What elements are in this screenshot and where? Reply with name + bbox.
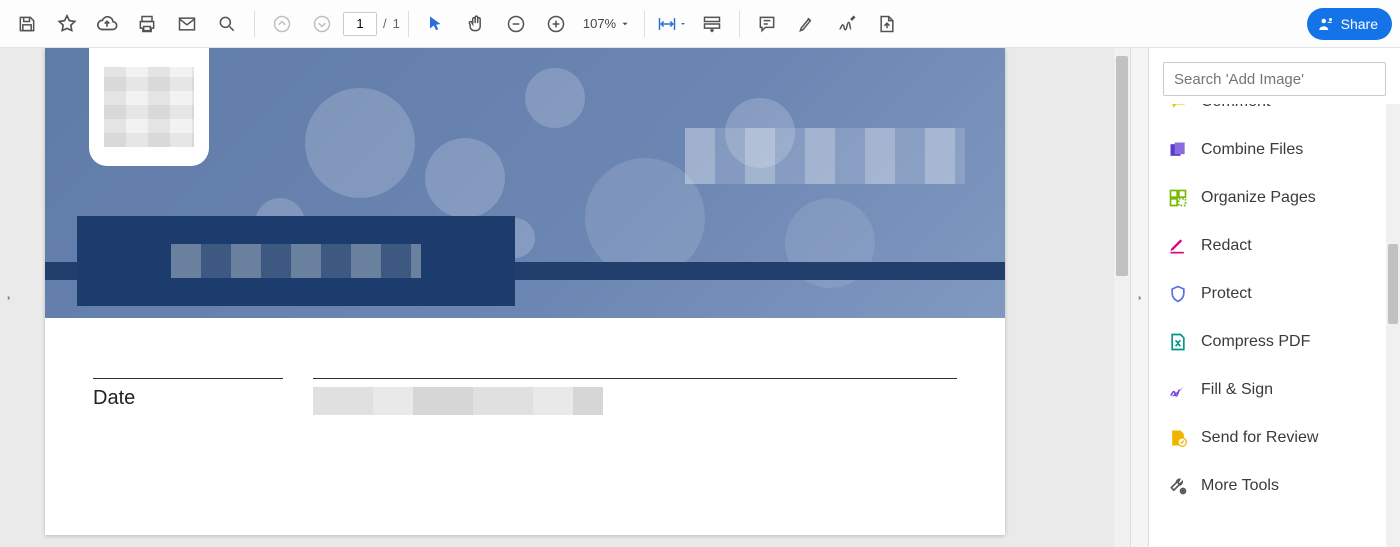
tool-label: Redact [1201, 237, 1252, 255]
chevron-right-icon [1135, 293, 1145, 303]
right-panel-collapse-button[interactable] [1130, 48, 1148, 547]
page-total: 1 [393, 16, 400, 31]
tool-comment[interactable]: Comment [1149, 104, 1400, 126]
form-area: Date [45, 318, 1005, 535]
page-current-input[interactable] [343, 12, 377, 36]
zoom-level-value: 107% [583, 16, 616, 31]
sticky-note-button[interactable] [748, 6, 786, 42]
document-page[interactable]: Date [45, 48, 1005, 535]
tool-redact[interactable]: Redact [1149, 222, 1400, 270]
chevron-down-icon [620, 19, 630, 29]
share-button[interactable]: Share [1307, 8, 1392, 40]
protect-icon [1167, 283, 1189, 305]
mail-button[interactable] [168, 6, 206, 42]
main-toolbar: / 1 107% Share [0, 0, 1400, 48]
hand-tool-button[interactable] [457, 6, 495, 42]
page-up-button [263, 6, 301, 42]
page-indicator: / 1 [343, 12, 400, 36]
tool-more-tools[interactable]: More Tools [1149, 462, 1400, 510]
page-down-button [303, 6, 341, 42]
workspace: Date Comm [0, 48, 1400, 547]
redact-icon [1167, 235, 1189, 257]
tools-search [1163, 62, 1386, 96]
tool-label: Fill & Sign [1201, 381, 1273, 399]
header-text-placeholder [685, 128, 965, 184]
print-button[interactable] [128, 6, 166, 42]
tool-label: Combine Files [1201, 141, 1303, 159]
document-scrollbar[interactable] [1114, 48, 1130, 547]
toolbar-separator [408, 11, 409, 37]
save-button[interactable] [8, 6, 46, 42]
cloud-upload-button[interactable] [88, 6, 126, 42]
tools-panel: Comment Combine Files Organize Pages Red… [1148, 48, 1400, 547]
date-field-label: Date [93, 387, 283, 410]
tools-scrollbar[interactable] [1386, 104, 1400, 547]
page-header-graphic [45, 48, 1005, 318]
fillsign-icon [1167, 379, 1189, 401]
tool-label: More Tools [1201, 477, 1279, 495]
left-panel-expand-button[interactable] [0, 293, 18, 303]
sign-button[interactable] [828, 6, 866, 42]
selection-tool-button[interactable] [417, 6, 455, 42]
combine-icon [1167, 139, 1189, 161]
zoom-level-dropdown[interactable]: 107% [577, 16, 636, 31]
tool-label: Compress PDF [1201, 333, 1310, 351]
find-button[interactable] [208, 6, 246, 42]
header-title-box [77, 216, 515, 306]
chevron-right-icon [4, 293, 14, 303]
document-area: Date [0, 48, 1130, 547]
tool-fill-sign[interactable]: Fill & Sign [1149, 366, 1400, 414]
tool-organize-pages[interactable]: Organize Pages [1149, 174, 1400, 222]
tool-compress-pdf[interactable]: Compress PDF [1149, 318, 1400, 366]
tool-label: Send for Review [1201, 429, 1318, 447]
more-tools-icon [1167, 475, 1189, 497]
zoom-out-button[interactable] [497, 6, 535, 42]
tool-label: Organize Pages [1201, 189, 1316, 207]
tool-label: Protect [1201, 285, 1252, 303]
toolbar-separator [739, 11, 740, 37]
fit-width-button[interactable] [653, 6, 691, 42]
tools-search-input[interactable] [1163, 62, 1386, 96]
organize-icon [1167, 187, 1189, 209]
tools-scrollbar-thumb[interactable] [1388, 244, 1398, 324]
reflow-button[interactable] [693, 6, 731, 42]
zoom-in-button[interactable] [537, 6, 575, 42]
date-field: Date [93, 378, 283, 410]
toolbar-separator [644, 11, 645, 37]
share-label: Share [1341, 16, 1378, 32]
tools-list: Comment Combine Files Organize Pages Red… [1149, 104, 1400, 547]
tool-combine-files[interactable]: Combine Files [1149, 126, 1400, 174]
star-button[interactable] [48, 6, 86, 42]
document-scrollbar-thumb[interactable] [1116, 56, 1128, 276]
tool-protect[interactable]: Protect [1149, 270, 1400, 318]
header-logo-placeholder [89, 48, 209, 166]
tool-send-for-review[interactable]: Send for Review [1149, 414, 1400, 462]
share-icon [1317, 15, 1335, 33]
stamp-button[interactable] [868, 6, 906, 42]
compress-icon [1167, 331, 1189, 353]
page-separator: / [383, 16, 387, 31]
page-wrapper: Date [45, 48, 1045, 547]
second-field [313, 378, 957, 415]
tool-label: Comment [1201, 104, 1270, 111]
second-field-placeholder [313, 387, 603, 415]
toolbar-separator [254, 11, 255, 37]
highlight-button[interactable] [788, 6, 826, 42]
review-icon [1167, 427, 1189, 449]
comment-icon [1167, 104, 1189, 113]
